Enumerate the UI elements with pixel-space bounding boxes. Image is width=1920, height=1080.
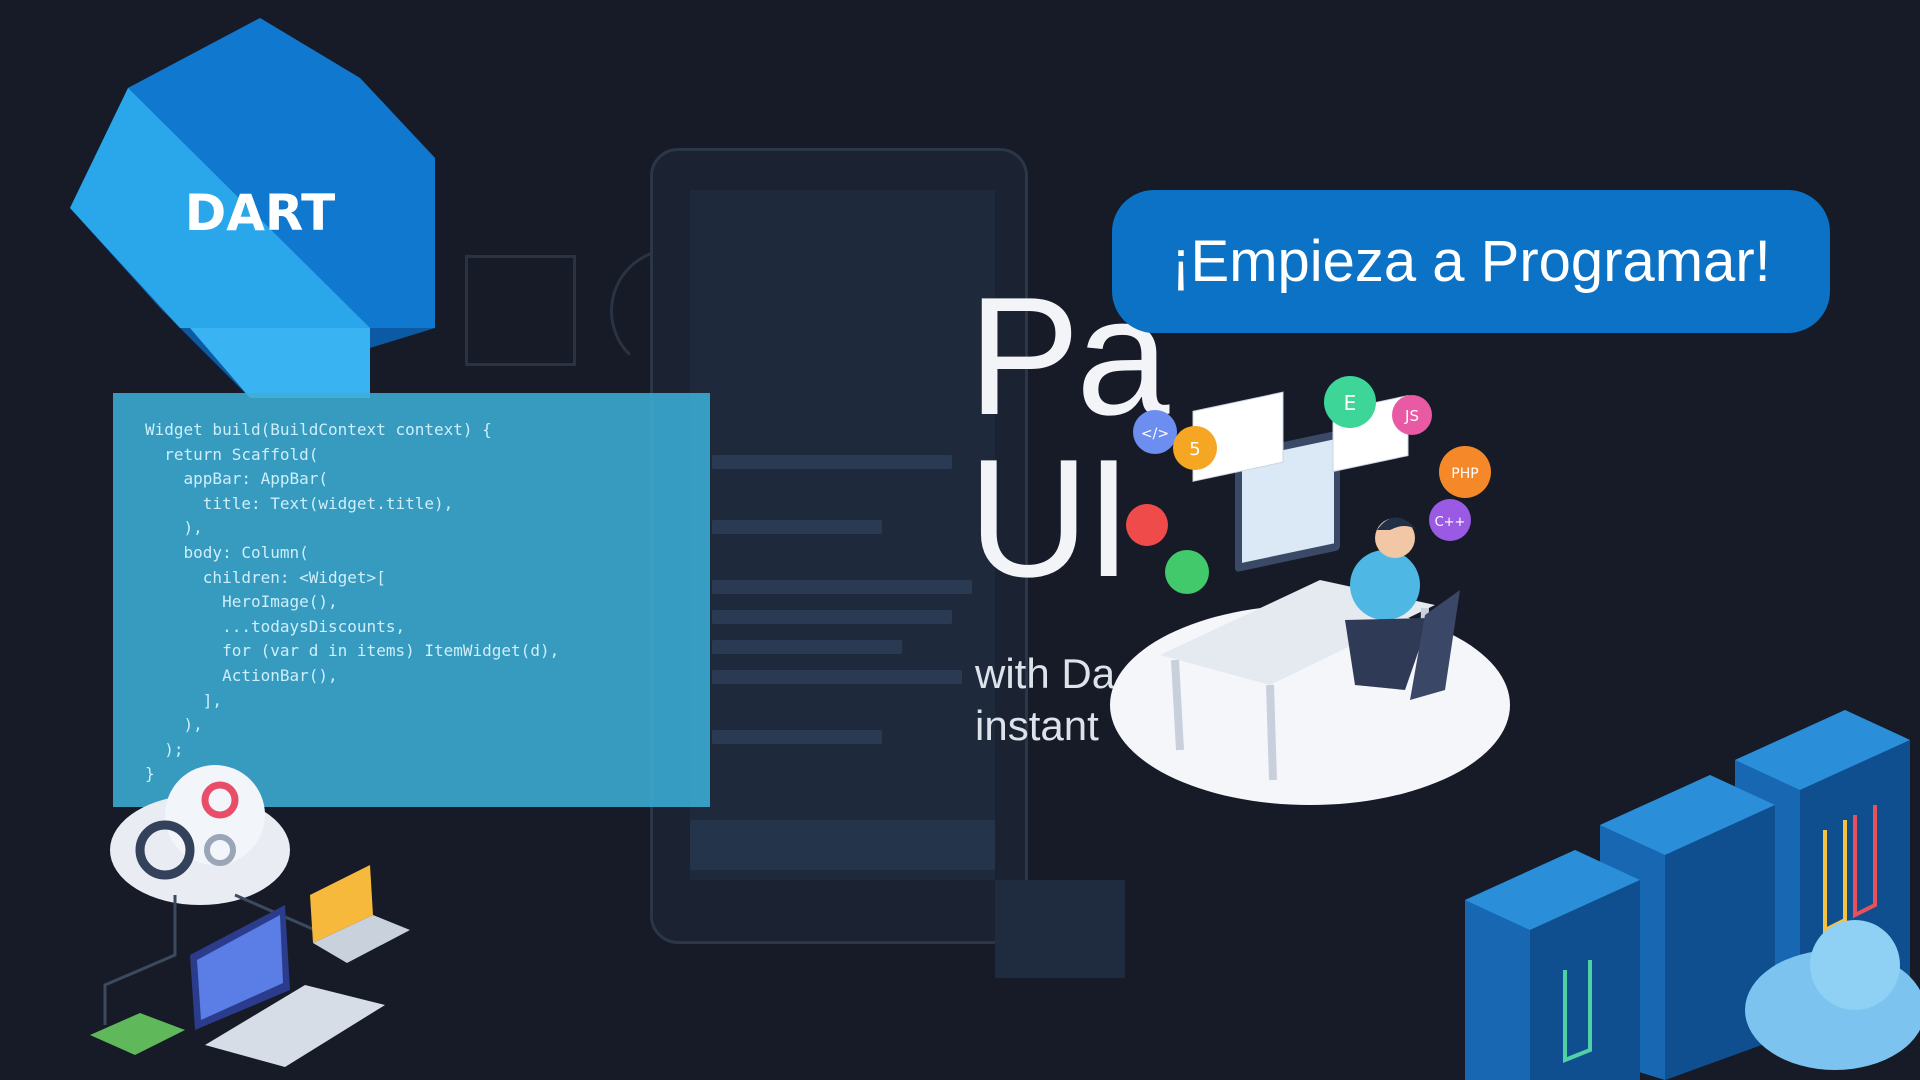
desk-leg [1171,659,1184,751]
php-badge-text: PHP [1451,466,1478,482]
developer-body [1350,550,1420,620]
gear-badge-icon [1126,504,1168,546]
js-badge-text: JS [1404,407,1419,425]
phone-line [712,520,882,534]
start-programming-button[interactable]: ¡Empieza a Programar! [1112,190,1830,333]
headline-line-2: UI [968,424,1132,612]
background-rectangle-shape [995,880,1125,978]
phone-line [712,580,972,594]
cpp-badge-text: C++ [1435,515,1466,530]
server-rack-icon [1465,710,1920,1080]
css-badge-text: E [1344,391,1357,415]
phone-line [712,610,952,624]
phone-line [712,730,882,744]
phone-mockup-screen [690,190,995,880]
dart-logo-text: DART [185,184,336,242]
network-line [103,895,177,1025]
desk-leg [1266,684,1277,781]
background-square-shape [465,255,576,366]
phone-line [712,670,962,684]
phone-line [712,640,902,654]
html5-badge-text: 5 [1189,439,1200,460]
subheadline: with Da instant [975,648,1115,752]
cloud-network-icon [90,765,410,1067]
code-snippet: Widget build(BuildContext context) { ret… [145,420,560,784]
subheadline-line-2: instant [975,702,1099,749]
phone-bottom-bar [690,820,995,870]
subheadline-line-1: with Da [975,650,1116,697]
code-badge-text: </> [1141,426,1169,442]
power-badge-icon [1165,550,1209,594]
cloud-icon-part [1810,920,1900,1010]
dart-logo: DART [70,18,435,398]
developer-illustration: </> 5 E JS PHP C++ [1110,376,1510,805]
phone-line [712,455,952,469]
